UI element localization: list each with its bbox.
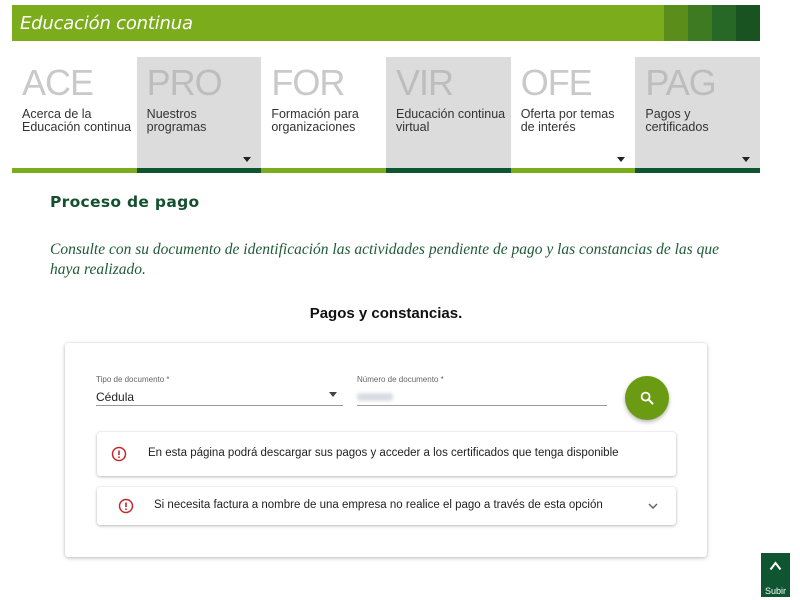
- nav-item-virtual[interactable]: VIR Educación continua virtual: [386, 57, 511, 173]
- nav-label: Nuestros programas: [146, 107, 207, 134]
- invoice-notice-expander[interactable]: Si necesita factura a nombre de una empr…: [97, 487, 676, 525]
- nav-abbr: PRO: [146, 62, 223, 103]
- search-icon: [640, 391, 654, 405]
- payment-search-card: Tipo de documento * Cédula Número de doc…: [65, 343, 707, 557]
- nav-item-pagos[interactable]: PAG Pagos y certificados: [635, 57, 761, 173]
- caret-down-icon: [742, 157, 751, 162]
- scroll-to-top-label: Subir: [764, 586, 786, 596]
- alert-circle-icon: [118, 498, 134, 514]
- nav-label: Oferta por temas de interés: [520, 107, 615, 134]
- banner-block: [688, 5, 712, 41]
- info-notice: En esta página podrá descargar sus pagos…: [97, 432, 676, 476]
- banner-block: [712, 5, 736, 41]
- page-title: Proceso de pago: [50, 193, 200, 211]
- document-number-field[interactable]: Número de documento *: [357, 375, 607, 406]
- nav-abbr: ACE: [22, 62, 94, 103]
- nav-label: Formación para organizaciones: [271, 107, 359, 134]
- nav-abbr: VIR: [396, 62, 454, 103]
- intro-text: Consulte con su documento de identificac…: [50, 241, 719, 278]
- nav-item-oferta[interactable]: OFE Oferta por temas de interés: [510, 57, 636, 173]
- alert-circle-icon: [111, 446, 127, 462]
- chevron-down-icon[interactable]: [648, 503, 658, 509]
- notice-text: En esta página podrá descargar sus pagos…: [148, 447, 619, 459]
- nav-item-programas[interactable]: PRO Nuestros programas: [136, 57, 262, 173]
- field-label: Número de documento *: [357, 375, 444, 384]
- notice-text: Si necesita factura a nombre de una empr…: [154, 499, 603, 511]
- dropdown-arrow-icon: [329, 392, 337, 397]
- document-type-value: Cédula: [96, 390, 135, 404]
- main-navigation: ACE Acerca de la Educación continua PRO …: [12, 57, 761, 173]
- nav-label: Educación continua virtual: [396, 107, 506, 134]
- nav-label: Pagos y certificados: [645, 107, 709, 134]
- nav-abbr: OFE: [520, 62, 593, 103]
- section-subtitle: Pagos y constancias.: [309, 305, 463, 322]
- caret-down-icon: [243, 157, 252, 162]
- nav-abbr: FOR: [271, 62, 345, 103]
- nav-item-formacion[interactable]: FOR Formación para organizaciones: [261, 57, 387, 173]
- redacted-document-number: [357, 393, 393, 401]
- banner-decoration: [640, 5, 760, 41]
- document-type-select[interactable]: Tipo de documento * Cédula: [96, 375, 343, 406]
- search-button[interactable]: [625, 376, 669, 420]
- nav-label: Acerca de la Educación continua: [22, 107, 132, 134]
- scroll-to-top-button[interactable]: Subir: [761, 553, 790, 597]
- nav-item-acerca[interactable]: ACE Acerca de la Educación continua: [12, 57, 137, 173]
- nav-abbr: PAG: [645, 62, 716, 103]
- caret-down-icon: [617, 157, 626, 162]
- site-title[interactable]: Educación continua: [12, 13, 193, 34]
- banner-block: [640, 5, 664, 41]
- header-banner: Educación continua: [12, 5, 760, 41]
- field-label: Tipo de documento *: [96, 375, 170, 384]
- chevron-up-icon: [769, 561, 782, 571]
- banner-block: [736, 5, 760, 41]
- banner-block: [664, 5, 688, 41]
